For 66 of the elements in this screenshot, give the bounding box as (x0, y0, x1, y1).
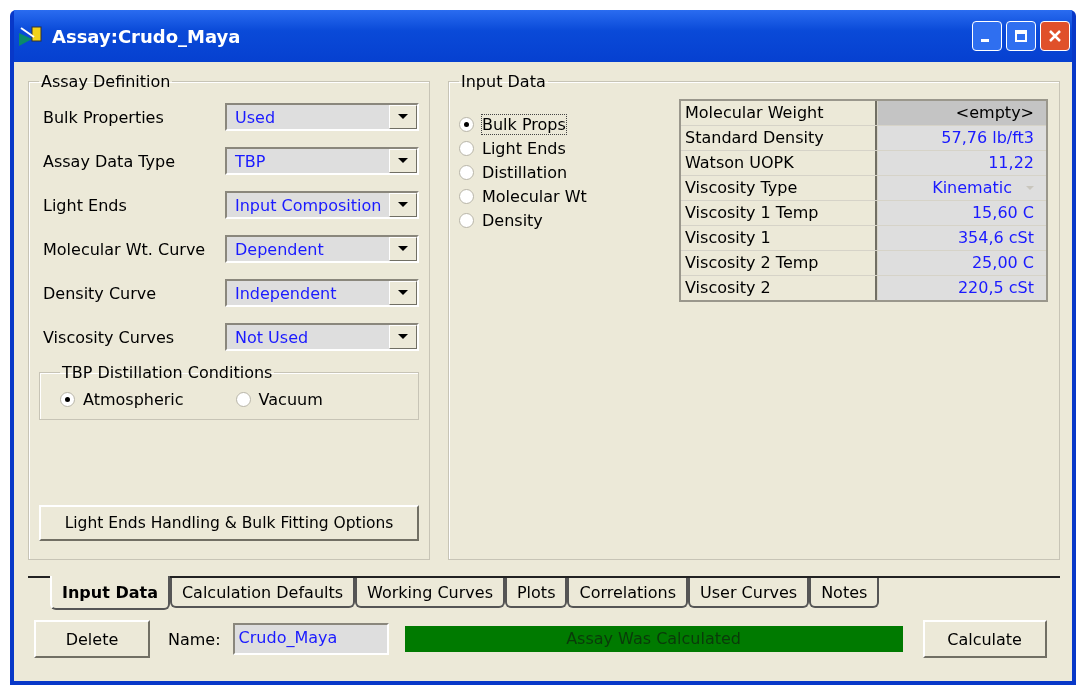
dropdown[interactable]: TBP (225, 147, 419, 175)
radio-option[interactable]: Vacuum (235, 390, 323, 409)
table-cell: Viscosity 2 (681, 276, 877, 300)
caret-icon (398, 290, 408, 296)
group-title: Input Data (460, 72, 547, 91)
field-label: Density Curve (43, 283, 157, 303)
table-cell[interactable]: Kinematic (878, 176, 1046, 200)
tab[interactable]: Plots (504, 578, 568, 608)
radio-option[interactable]: Molecular Wt (459, 187, 639, 206)
name-label: Name: (168, 629, 221, 649)
caret-icon (398, 202, 408, 208)
maximize-button[interactable] (1006, 21, 1036, 51)
table-cell[interactable]: 220,5 cSt (878, 276, 1046, 300)
tab[interactable]: Correlations (567, 578, 689, 608)
window-title: Assay:Crudo_Maya (52, 25, 241, 47)
table-cell[interactable]: 354,6 cSt (878, 226, 1046, 250)
table-cell: Watson UOPK (681, 151, 877, 175)
table-cell[interactable]: 57,76 lb/ft3 (878, 126, 1046, 150)
minimize-button[interactable] (972, 21, 1002, 51)
field-label: Viscosity Curves (43, 327, 175, 347)
table-cell: Viscosity 1 Temp (681, 201, 877, 225)
options-button[interactable]: Light Ends Handling & Bulk Fitting Options (39, 505, 419, 541)
field-label: Molecular Wt. Curve (43, 239, 206, 259)
caret-icon (398, 158, 408, 164)
caret-icon (1026, 185, 1034, 191)
tab[interactable]: Calculation Defaults (169, 578, 356, 608)
close-button[interactable] (1040, 21, 1070, 51)
tab[interactable]: Input Data (50, 576, 170, 610)
dropdown[interactable]: Dependent (225, 235, 419, 263)
group-title: TBP Distillation Conditions (61, 363, 274, 382)
table-cell[interactable]: 25,00 C (878, 251, 1046, 275)
table-cell: Standard Density (681, 126, 877, 150)
tab[interactable]: Working Curves (355, 578, 505, 608)
radio-option[interactable]: Distillation (459, 163, 639, 182)
radio-option[interactable]: Atmospheric (60, 390, 184, 409)
delete-button[interactable]: Delete (34, 620, 150, 658)
dropdown[interactable]: Used (225, 103, 419, 131)
tab[interactable]: User Curves (688, 578, 810, 608)
group-title: Assay Definition (40, 72, 172, 91)
app-icon (18, 25, 44, 47)
radio-option[interactable]: Bulk Props (459, 115, 639, 134)
dropdown[interactable]: Not Used (225, 323, 419, 351)
caret-icon (398, 114, 408, 120)
radio-option[interactable]: Density (459, 211, 639, 230)
calculate-button[interactable]: Calculate (922, 620, 1047, 658)
caret-icon (398, 246, 408, 252)
tab[interactable]: Notes (809, 578, 880, 608)
maximize-icon (1014, 29, 1028, 43)
field-label: Light Ends (43, 195, 127, 215)
radio-option[interactable]: Light Ends (459, 139, 639, 158)
table-cell: Viscosity Type (681, 176, 877, 200)
table-cell[interactable]: 15,60 C (878, 201, 1046, 225)
table-cell[interactable]: 11,22 (878, 151, 1046, 175)
dropdown[interactable]: Independent (225, 279, 419, 307)
field-label: Bulk Properties (43, 107, 164, 127)
table-cell: Molecular Weight (681, 101, 877, 125)
table-cell[interactable]: <empty> (878, 101, 1046, 125)
table-cell: Viscosity 2 Temp (681, 251, 877, 275)
dropdown[interactable]: Input Composition (225, 191, 419, 219)
field-label: Assay Data Type (43, 151, 175, 171)
caret-icon (398, 334, 408, 340)
status-bar: Assay Was Calculated (404, 626, 903, 652)
name-field[interactable]: Crudo_Maya (232, 623, 389, 655)
table-cell: Viscosity 1 (681, 226, 877, 250)
close-icon (1048, 29, 1062, 43)
minimize-icon (981, 38, 989, 42)
